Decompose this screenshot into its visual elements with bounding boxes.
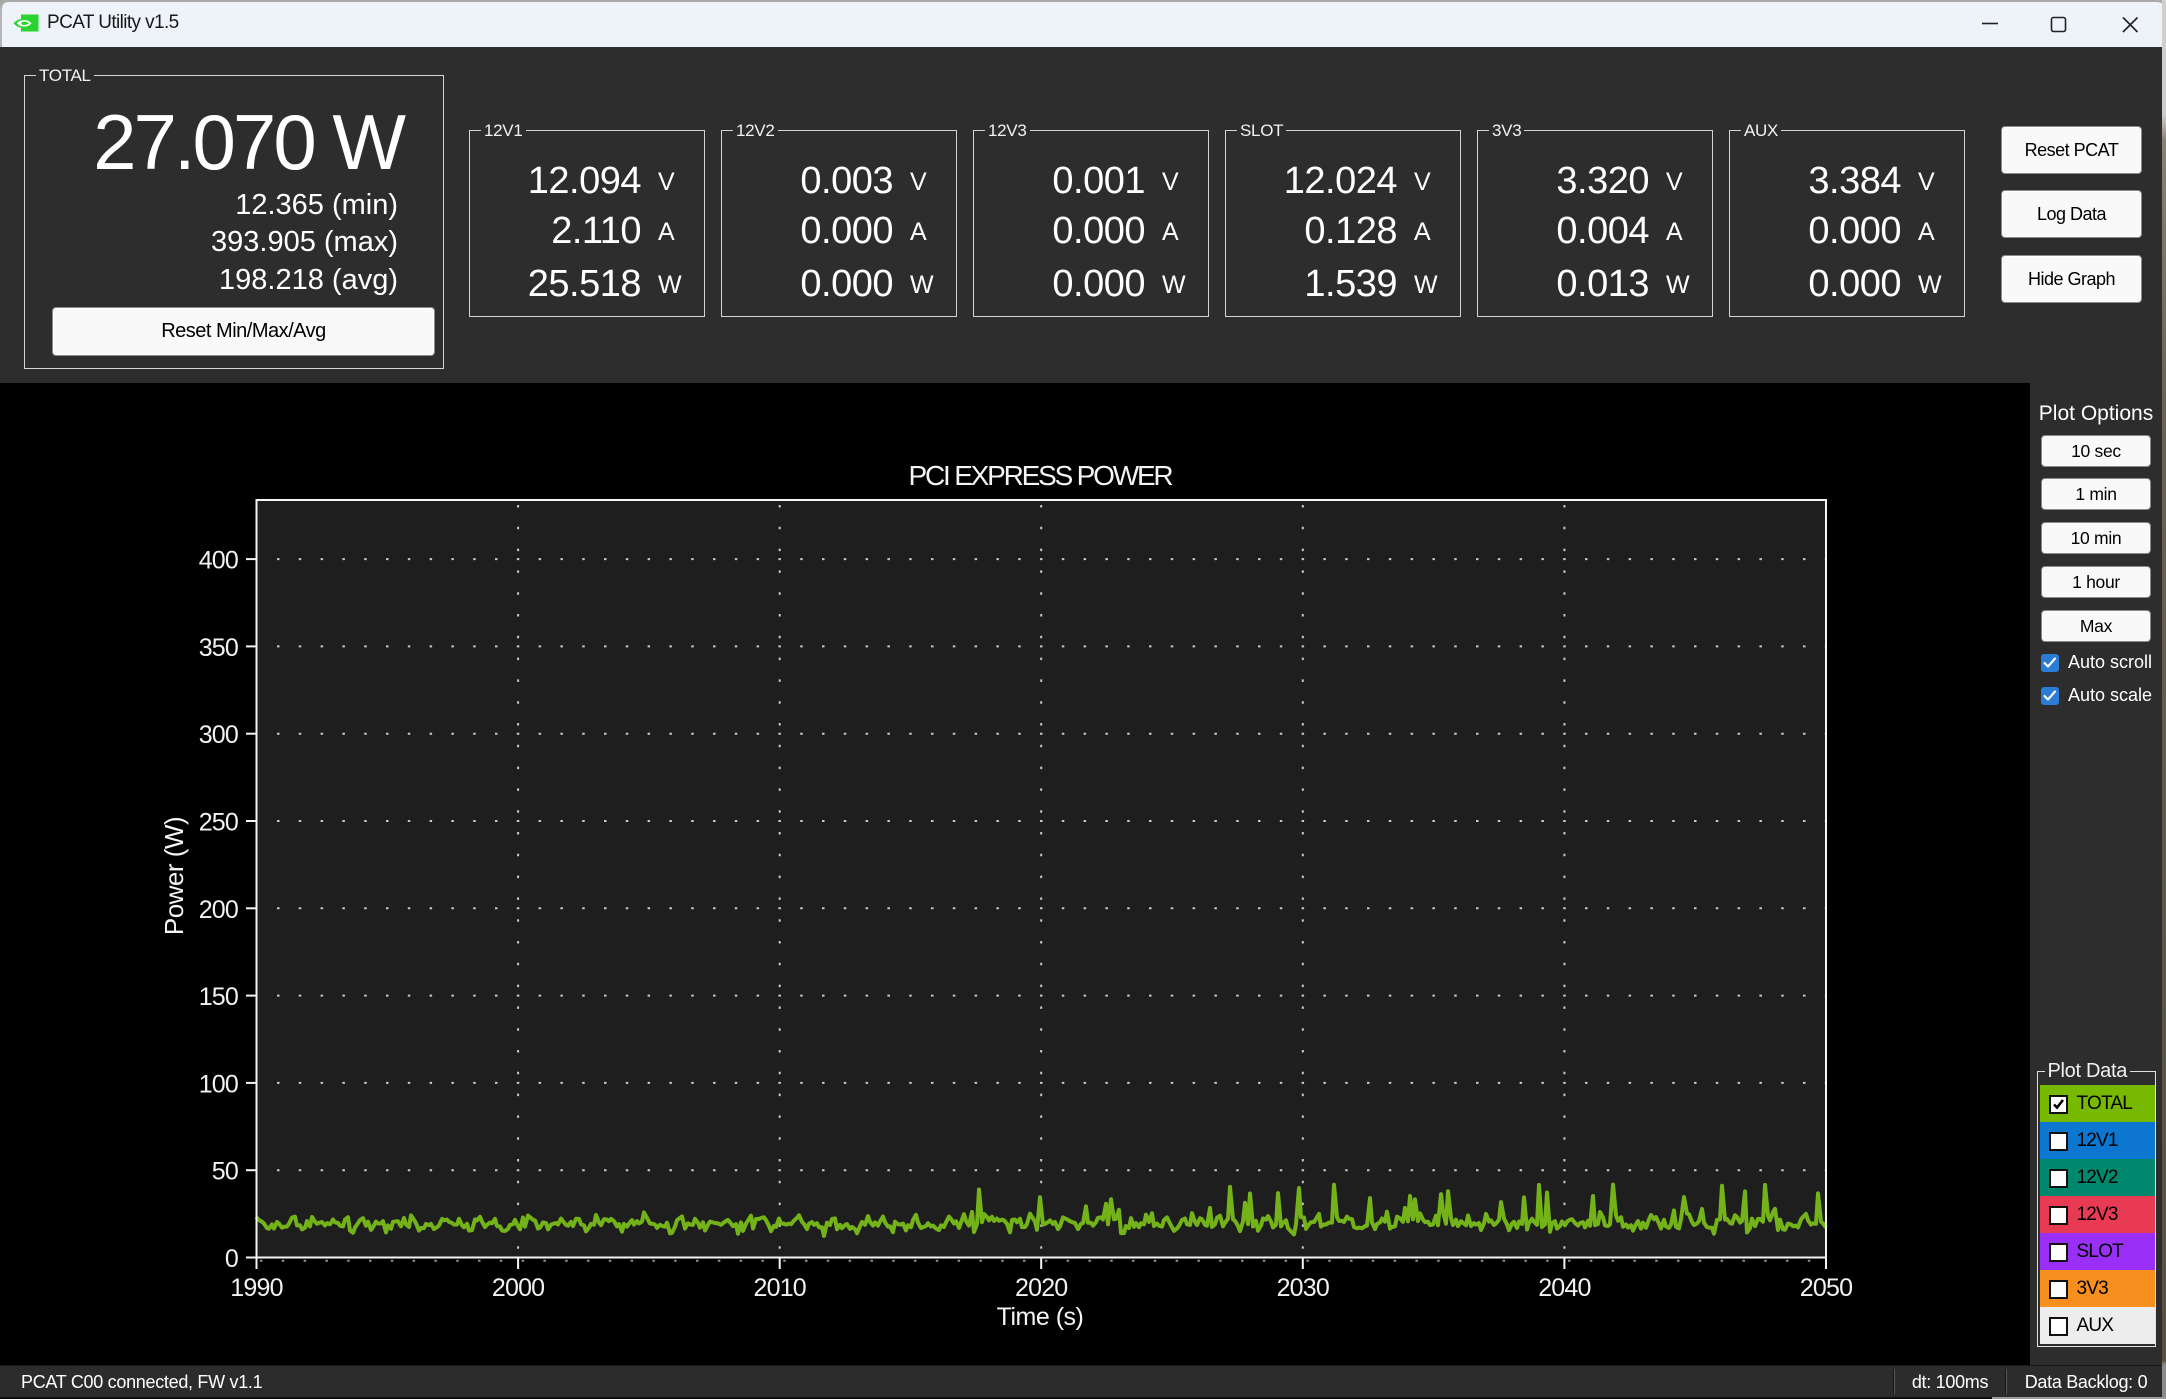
svg-text:PCI EXPRESS POWER: PCI EXPRESS POWER bbox=[909, 460, 1173, 491]
svg-text:350: 350 bbox=[199, 634, 238, 662]
svg-text:1990: 1990 bbox=[230, 1274, 282, 1302]
svg-text:Time (s): Time (s) bbox=[997, 1303, 1084, 1331]
svg-text:2050: 2050 bbox=[1800, 1274, 1852, 1302]
svg-text:2010: 2010 bbox=[753, 1274, 805, 1302]
svg-text:Power (W): Power (W) bbox=[159, 817, 189, 935]
svg-text:300: 300 bbox=[199, 721, 238, 749]
svg-text:2020: 2020 bbox=[1015, 1274, 1067, 1302]
svg-text:2000: 2000 bbox=[492, 1274, 544, 1302]
svg-text:250: 250 bbox=[199, 809, 238, 837]
svg-text:200: 200 bbox=[199, 896, 238, 924]
svg-text:2040: 2040 bbox=[1538, 1274, 1590, 1302]
svg-text:0: 0 bbox=[225, 1245, 238, 1273]
svg-text:2030: 2030 bbox=[1277, 1274, 1329, 1302]
svg-text:100: 100 bbox=[199, 1070, 238, 1098]
svg-text:150: 150 bbox=[199, 983, 238, 1011]
svg-text:400: 400 bbox=[199, 547, 238, 575]
svg-text:50: 50 bbox=[212, 1158, 238, 1186]
